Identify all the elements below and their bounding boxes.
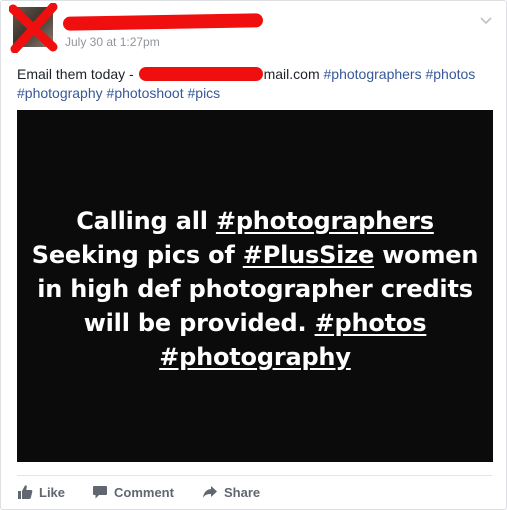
post-actions: Like Comment Share: [17, 481, 492, 503]
email-redaction: [138, 67, 263, 81]
hashtag-link[interactable]: #photoshoot: [107, 85, 184, 101]
image-caption: Calling all #photographers Seeking pics …: [17, 204, 493, 374]
avatar[interactable]: [9, 3, 58, 53]
caption-line: Calling all #photographers: [17, 204, 493, 238]
like-label: Like: [39, 484, 66, 500]
hashtag-link[interactable]: #photos: [425, 66, 475, 82]
email-suffix: mail.com: [263, 66, 320, 82]
hashtag-link[interactable]: #photography: [17, 85, 103, 101]
caption-text: Seeking pics of: [31, 241, 243, 269]
like-button[interactable]: Like: [17, 481, 65, 503]
post-image[interactable]: Calling all #photographers Seeking pics …: [17, 110, 493, 462]
caption-text: will be provided.: [83, 309, 315, 337]
thumbs-up-icon: [18, 485, 33, 499]
caption-line: Seeking pics of #PlusSize women: [17, 238, 493, 272]
caption-text: Calling all: [76, 207, 216, 235]
redaction-x-icon: [9, 3, 58, 53]
post-text: Email them today - mail.com #photographe…: [17, 65, 493, 103]
comment-label: Comment: [114, 484, 174, 500]
hashtag-link[interactable]: #pics: [188, 85, 221, 101]
hashtag-link[interactable]: #photographers: [324, 66, 422, 82]
caption-text: women: [374, 241, 479, 269]
caption-hashtag: #PlusSize: [242, 241, 375, 269]
post-text-prefix: Email them today -: [17, 66, 138, 82]
post-card: July 30 at 1:27pm Email them today - mai…: [0, 0, 507, 510]
caption-hashtag: #photos: [314, 309, 427, 337]
share-label: Share: [224, 484, 261, 500]
caption-line: will be provided. #photos: [17, 306, 493, 340]
share-button[interactable]: Share: [202, 481, 260, 503]
author-name-redaction[interactable]: [62, 13, 264, 31]
post-timestamp[interactable]: July 30 at 1:27pm: [65, 35, 160, 49]
actions-divider: [17, 475, 492, 476]
post-header: July 30 at 1:27pm: [9, 3, 494, 57]
caption-line: in high def photographer credits: [37, 275, 473, 303]
chevron-down-icon[interactable]: [478, 13, 494, 29]
caption-hashtag: #photographers: [215, 207, 434, 235]
comment-icon: [93, 486, 107, 499]
caption-line: #photography: [17, 340, 493, 374]
caption-hashtag: #photography: [159, 343, 351, 371]
comment-button[interactable]: Comment: [92, 481, 174, 503]
share-arrow-icon: [203, 486, 217, 498]
